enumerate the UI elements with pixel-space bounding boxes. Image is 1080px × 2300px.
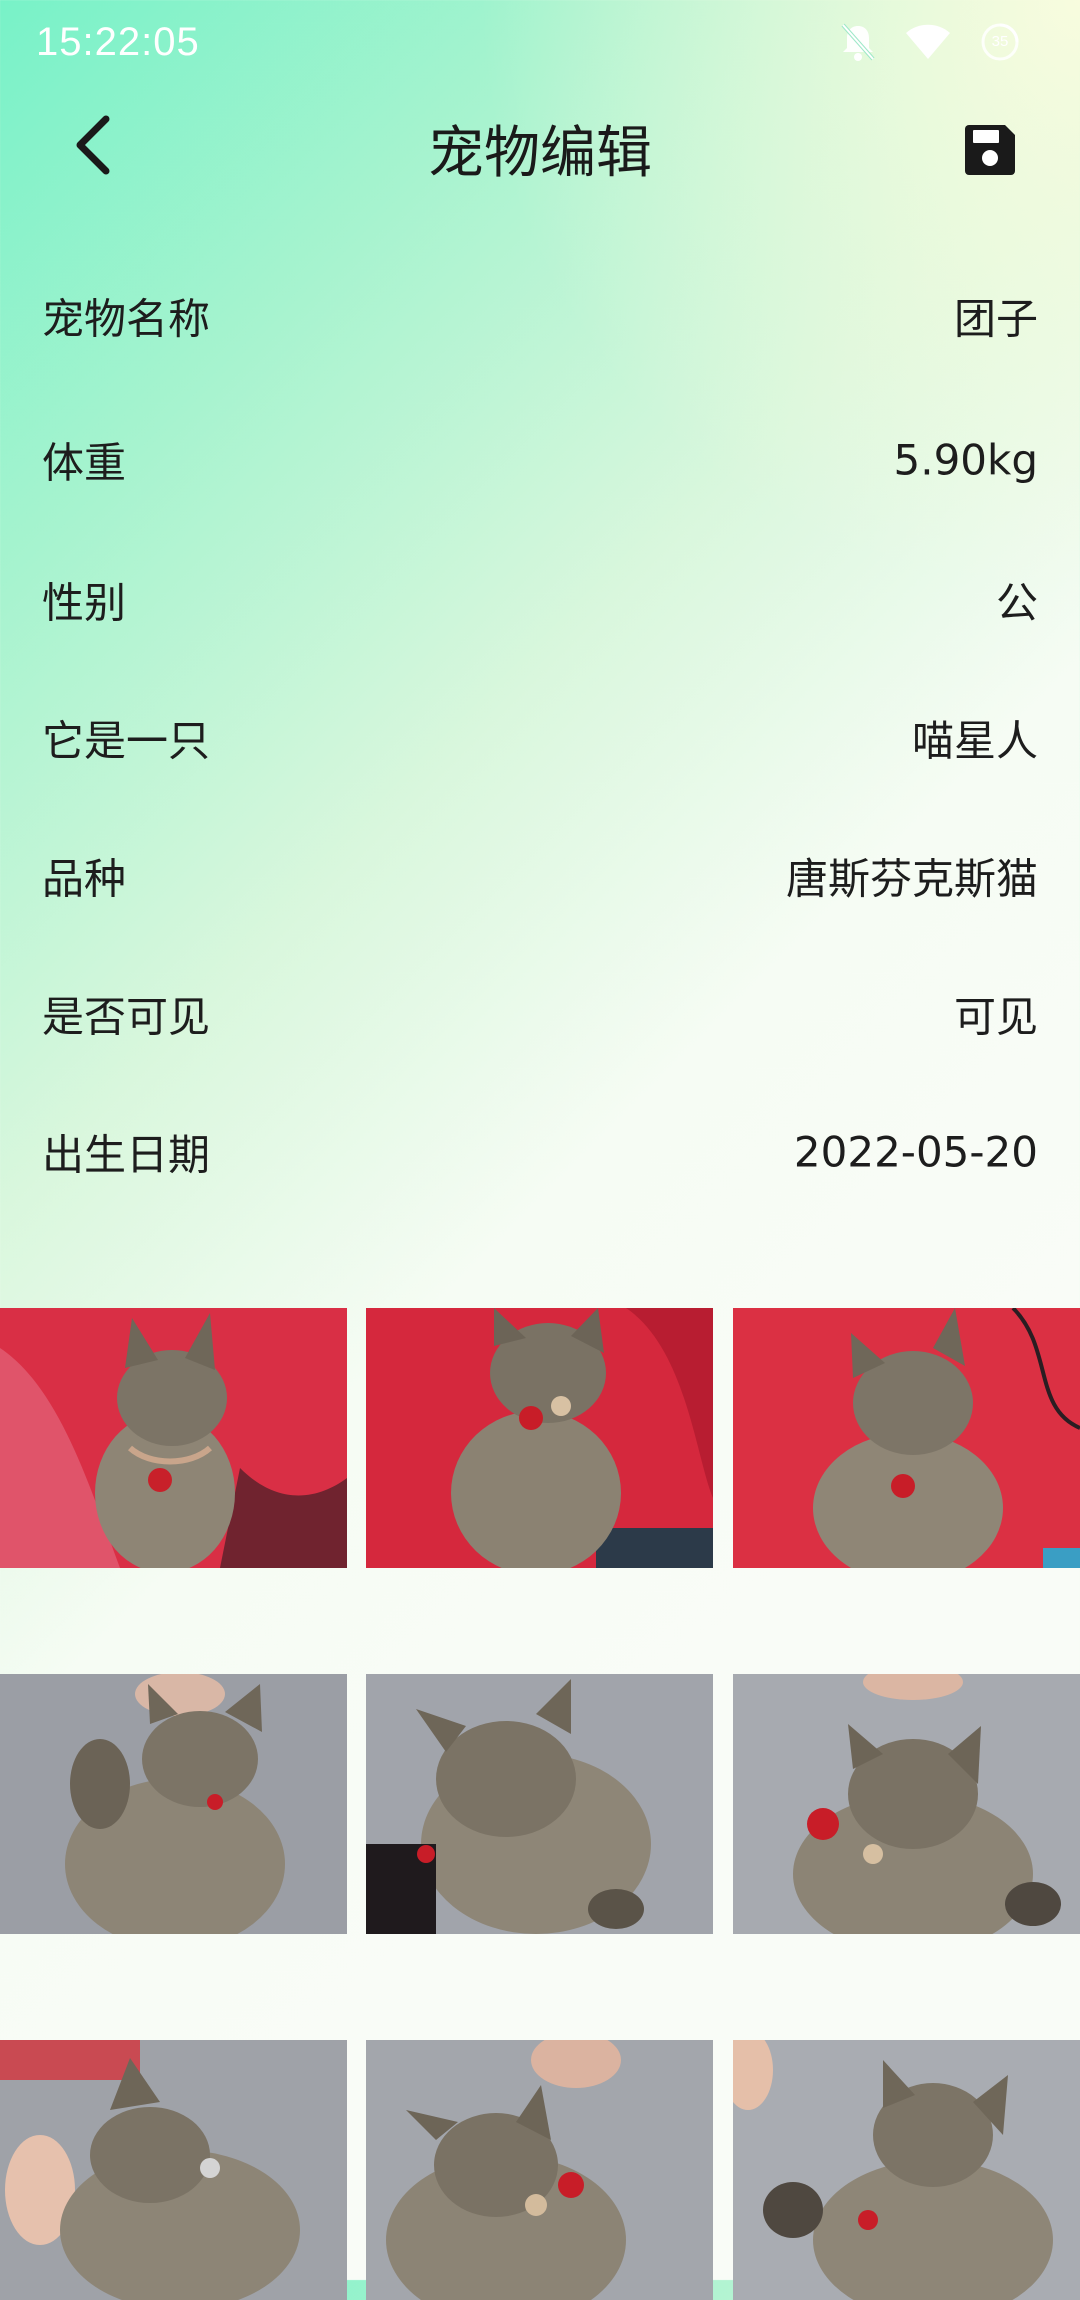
field-breed[interactable]: 品种 唐斯芬克斯猫 <box>0 816 1080 936</box>
field-label: 性别 <box>42 578 127 628</box>
battery-icon: 35 <box>980 22 1020 62</box>
pet-photo[interactable] <box>733 2040 1080 2300</box>
bell-off-icon <box>840 22 876 62</box>
field-label: 它是一只 <box>42 716 211 766</box>
weight-value: 5.90kg <box>893 435 1039 485</box>
status-time: 15:22:05 <box>36 20 200 64</box>
field-gender[interactable]: 性别 公 <box>0 540 1080 660</box>
field-label: 体重 <box>42 438 127 488</box>
battery-level: 35 <box>991 33 1009 50</box>
pet-photo[interactable] <box>0 2040 347 2300</box>
field-birth-date[interactable]: 出生日期 2022-05-20 <box>0 1092 1080 1212</box>
page-title: 宠物编辑 <box>428 121 652 186</box>
wifi-icon <box>904 23 952 61</box>
birth-date-value: 2022-05-20 <box>793 1127 1038 1177</box>
field-label: 品种 <box>42 854 127 904</box>
pet-name-value: 团子 <box>953 294 1038 344</box>
species-value: 喵星人 <box>911 716 1038 766</box>
pet-photo[interactable] <box>366 2040 713 2300</box>
field-label: 出生日期 <box>42 1130 211 1180</box>
field-label: 宠物名称 <box>42 294 211 344</box>
field-visibility[interactable]: 是否可见 可见 <box>0 954 1080 1074</box>
pet-photo[interactable] <box>0 1308 347 1568</box>
pet-photo[interactable] <box>366 1674 713 1934</box>
status-icons: 35 <box>840 22 1020 62</box>
visibility-value: 可见 <box>953 992 1038 1042</box>
pet-photo[interactable] <box>733 1674 1080 1934</box>
save-button[interactable] <box>948 108 1032 192</box>
field-label: 是否可见 <box>42 992 211 1042</box>
status-bar: 15:22:05 35 <box>0 0 1080 90</box>
pet-photo[interactable] <box>733 1308 1080 1568</box>
app-bar: 宠物编辑 <box>0 90 1080 200</box>
pet-photo[interactable] <box>0 1674 347 1934</box>
breed-value: 唐斯芬克斯猫 <box>785 854 1038 904</box>
pet-photo[interactable] <box>366 1308 713 1568</box>
floppy-disk-icon <box>965 125 1015 175</box>
field-species[interactable]: 它是一只 喵星人 <box>0 678 1080 798</box>
field-pet-name[interactable]: 宠物名称 团子 <box>0 256 1080 376</box>
gender-value: 公 <box>995 578 1038 628</box>
field-weight[interactable]: 体重 5.90kg <box>0 400 1080 520</box>
